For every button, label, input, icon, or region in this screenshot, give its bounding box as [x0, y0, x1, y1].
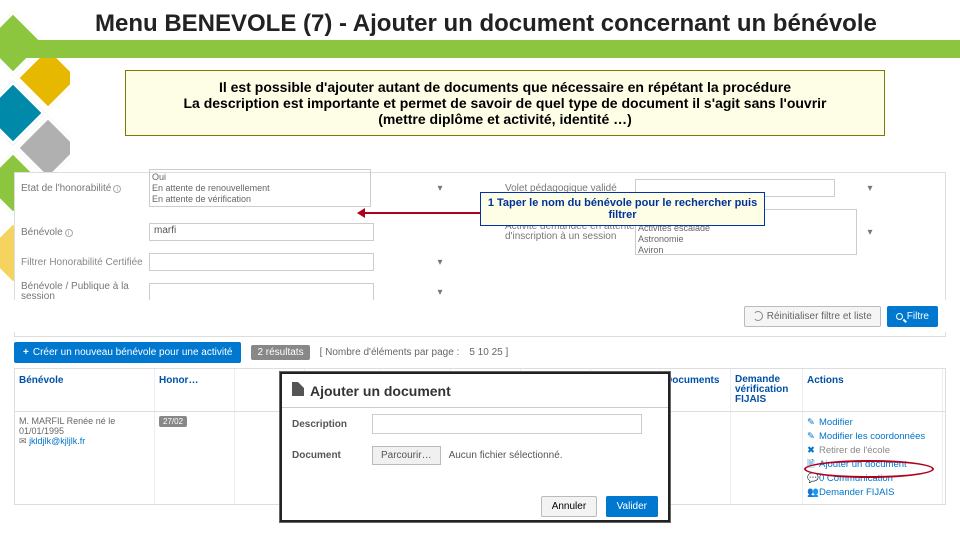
filter-button[interactable]: Filtre	[887, 306, 938, 327]
cancel-button[interactable]: Annuler	[541, 496, 597, 517]
th-fijais[interactable]: Demande vérification FIJAIS	[731, 369, 803, 411]
results-toolbar: +Créer un nouveau bénévole pour une acti…	[14, 340, 946, 364]
header-green-bar	[0, 40, 960, 58]
etat-label: Etat de l'honorabilitéi	[15, 183, 145, 194]
cell-date: 27/02	[155, 412, 235, 504]
benevole-publique-select[interactable]	[145, 283, 435, 301]
mail-icon: ✉	[19, 436, 27, 446]
honorabilite-select[interactable]	[145, 253, 435, 271]
filtre-honorabilite-link[interactable]: Filtrer Honorabilité Certifiée	[15, 257, 145, 268]
browse-button[interactable]: Parcourir…	[372, 446, 441, 465]
page-title: Menu BENEVOLE (7) - Ajouter un document …	[95, 10, 925, 39]
edit-icon: ✎	[807, 416, 817, 430]
action-demander-fijais[interactable]: 👥Demander FIJAIS	[807, 486, 938, 500]
description-label: Description	[292, 419, 372, 430]
chevron-down-icon: ▾	[435, 257, 445, 268]
edit-icon: ✎	[807, 430, 817, 444]
chevron-down-icon: ▾	[865, 227, 875, 238]
refresh-icon	[753, 311, 763, 321]
user-icon: 👥	[807, 486, 817, 500]
create-benevole-button[interactable]: +Créer un nouveau bénévole pour une acti…	[14, 342, 241, 363]
pager-label: [ Nombre d'éléments par page :	[320, 347, 460, 358]
benevole-email-link[interactable]: jkldjlk@kjljlk.fr	[29, 436, 85, 446]
th-benevole[interactable]: Bénévole	[15, 369, 155, 411]
search-icon	[896, 313, 903, 320]
filter-actions: Réinitialiser filtre et liste Filtre	[14, 300, 946, 332]
validate-button[interactable]: Valider	[606, 496, 658, 517]
cell-actions: ✎Modifier ✎Modifier les coordonnées ✖Ret…	[803, 412, 943, 504]
chevron-down-icon: ▾	[865, 183, 875, 194]
chevron-down-icon: ▾	[435, 183, 445, 194]
benevole-label: Bénévolei	[15, 227, 145, 238]
document-icon	[292, 382, 304, 396]
close-icon: ✖	[807, 444, 817, 458]
th-col[interactable]: Honor…	[155, 369, 235, 411]
benevole-input[interactable]: marfi	[145, 223, 435, 241]
chevron-down-icon: ▾	[435, 287, 445, 298]
instruction-note: Il est possible d'ajouter autant de docu…	[125, 70, 885, 136]
highlight-oval-annotation	[804, 460, 934, 478]
results-count: 2 résultats	[251, 345, 309, 360]
modal-title: Ajouter un document	[282, 374, 668, 408]
step-1-hint: 1 Taper le nom du bénévole pour le reche…	[480, 192, 765, 226]
th-actions: Actions	[803, 369, 943, 411]
action-modifier-coordonnees[interactable]: ✎Modifier les coordonnées	[807, 430, 938, 444]
add-document-modal: Ajouter un document Description Document…	[280, 372, 670, 522]
description-input[interactable]	[372, 414, 642, 434]
action-retirer[interactable]: ✖Retirer de l'école	[807, 444, 938, 458]
th-documents[interactable]: Documents	[661, 369, 731, 411]
page-size-options[interactable]: 5 10 25 ]	[469, 347, 508, 358]
action-modifier[interactable]: ✎Modifier	[807, 416, 938, 430]
cell-benevole: M. MARFIL Renée né le 01/01/1995 ✉ jkldj…	[15, 412, 155, 504]
etat-multiselect[interactable]: Oui En attente de renouvellement En atte…	[145, 169, 435, 207]
benevole-publique-label: Bénévole / Publique à la session	[15, 282, 145, 302]
no-file-text: Aucun fichier sélectionné.	[449, 450, 563, 461]
arrow-annotation	[360, 212, 480, 214]
reset-filter-button[interactable]: Réinitialiser filtre et liste	[744, 306, 881, 327]
document-label: Document	[292, 450, 372, 461]
